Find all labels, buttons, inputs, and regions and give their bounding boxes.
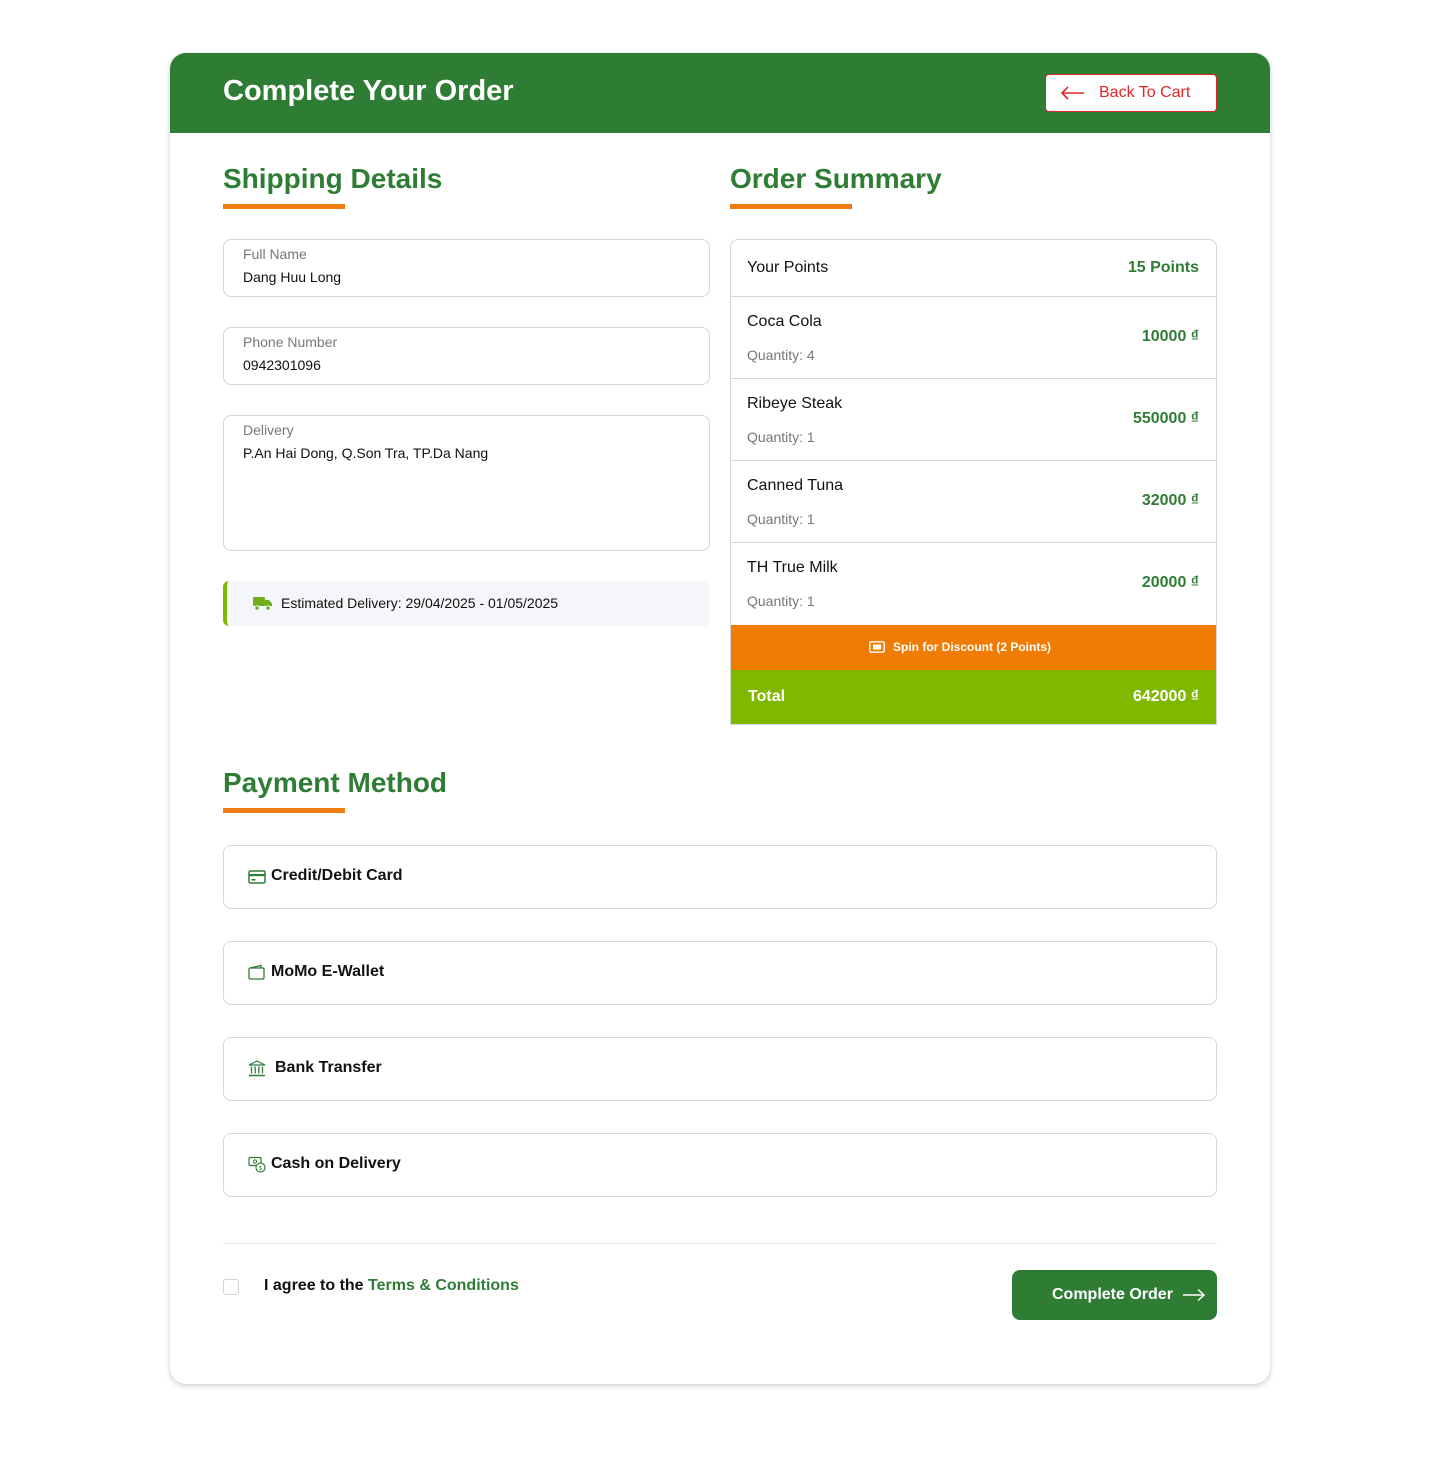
- payment-option-bank-transfer[interactable]: Bank Transfer: [223, 1037, 1217, 1101]
- order-item: Ribeye Steak Quantity: 1 550000 ₫: [731, 379, 1216, 461]
- full-name-value: Dang Huu Long: [243, 269, 342, 285]
- payment-option-label: Cash on Delivery: [271, 1155, 401, 1172]
- terms-agreement-text: I agree to the Terms & Conditions: [264, 1277, 519, 1295]
- shipping-details-title: Shipping Details: [223, 163, 443, 194]
- order-item: TH True Milk Quantity: 1 20000 ₫: [731, 543, 1216, 625]
- shipping-title-underline: [223, 204, 345, 209]
- item-price: 10000 ₫: [1141, 328, 1199, 345]
- delivery-label: Delivery: [243, 422, 294, 438]
- points-value: 15 Points: [1127, 259, 1199, 276]
- payment-title-underline: [223, 808, 345, 813]
- payment-option-label: MoMo E-Wallet: [271, 963, 385, 980]
- wallet-icon: [248, 964, 265, 980]
- item-name: Ribeye Steak: [747, 395, 843, 412]
- item-name: Coca Cola: [747, 313, 822, 330]
- payment-method-title: Payment Method: [223, 767, 448, 798]
- item-quantity: Quantity: 1: [747, 593, 815, 609]
- total-label: Total: [748, 688, 786, 705]
- complete-order-button[interactable]: Complete Order: [1012, 1270, 1217, 1320]
- phone-number-label: Phone Number: [243, 334, 338, 350]
- item-price: 32000 ₫: [1141, 492, 1199, 509]
- complete-order-label: Complete Order: [1052, 1286, 1173, 1303]
- total-row: Total 642000 ₫: [731, 670, 1216, 724]
- svg-text:$: $: [259, 1165, 263, 1172]
- phone-number-value: 0942301096: [243, 357, 321, 373]
- back-to-cart-button[interactable]: Back To Cart: [1045, 74, 1217, 112]
- cash-icon: $: [248, 1156, 266, 1173]
- payment-option-label: Credit/Debit Card: [271, 867, 403, 884]
- checkout-card: Complete Your Order Back To Cart Shippin…: [170, 53, 1270, 1384]
- estimated-delivery-banner: Estimated Delivery: 29/04/2025 - 01/05/2…: [223, 581, 710, 626]
- terms-link[interactable]: Terms & Conditions: [368, 1277, 519, 1294]
- item-quantity: Quantity: 4: [747, 347, 815, 363]
- payment-option-momo[interactable]: MoMo E-Wallet: [223, 941, 1217, 1005]
- item-name: TH True Milk: [747, 559, 838, 576]
- footer-divider: [223, 1243, 1217, 1244]
- points-label: Your Points: [747, 259, 829, 276]
- full-name-field[interactable]: Full Name Dang Huu Long: [223, 239, 710, 297]
- payment-option-label: Bank Transfer: [275, 1059, 382, 1076]
- item-price: 20000 ₫: [1141, 574, 1199, 591]
- agree-prefix: I agree to the: [264, 1277, 369, 1294]
- delivery-value: P.An Hai Dong, Q.Son Tra, TP.Da Nang: [243, 445, 489, 461]
- checkout-header: Complete Your Order Back To Cart: [170, 53, 1270, 133]
- spin-for-discount-button[interactable]: Spin for Discount (2 Points): [731, 625, 1216, 670]
- order-summary-underline: [730, 204, 852, 209]
- page-title: Complete Your Order: [223, 75, 514, 107]
- full-name-label: Full Name: [243, 246, 307, 262]
- arrow-right-icon: [1183, 1288, 1206, 1302]
- payment-option-cash-on-delivery[interactable]: $ Cash on Delivery: [223, 1133, 1217, 1197]
- arrow-left-icon: [1060, 86, 1084, 100]
- delivery-address-field[interactable]: Delivery P.An Hai Dong, Q.Son Tra, TP.Da…: [223, 415, 710, 551]
- order-item: Canned Tuna Quantity: 1 32000 ₫: [731, 461, 1216, 543]
- ticket-icon: [869, 641, 885, 653]
- total-value: 642000 ₫: [1132, 688, 1199, 705]
- item-quantity: Quantity: 1: [747, 429, 815, 445]
- truck-icon: [253, 597, 272, 611]
- spin-for-discount-label: Spin for Discount (2 Points): [893, 640, 1051, 654]
- item-quantity: Quantity: 1: [747, 511, 815, 527]
- credit-card-icon: [248, 870, 266, 884]
- terms-checkbox[interactable]: [223, 1279, 239, 1295]
- order-summary-title: Order Summary: [730, 163, 942, 194]
- phone-number-field[interactable]: Phone Number 0942301096: [223, 327, 710, 385]
- payment-option-credit-card[interactable]: Credit/Debit Card: [223, 845, 1217, 909]
- bank-icon: [248, 1060, 266, 1077]
- points-row: Your Points 15 Points: [731, 240, 1216, 297]
- back-to-cart-label: Back To Cart: [1099, 84, 1191, 101]
- item-name: Canned Tuna: [747, 477, 844, 494]
- order-summary-box: Your Points 15 Points Coca Cola Quantity…: [730, 239, 1217, 725]
- order-item: Coca Cola Quantity: 4 10000 ₫: [731, 297, 1216, 379]
- item-price: 550000 ₫: [1132, 410, 1199, 427]
- estimated-delivery-text: Estimated Delivery: 29/04/2025 - 01/05/2…: [281, 595, 559, 611]
